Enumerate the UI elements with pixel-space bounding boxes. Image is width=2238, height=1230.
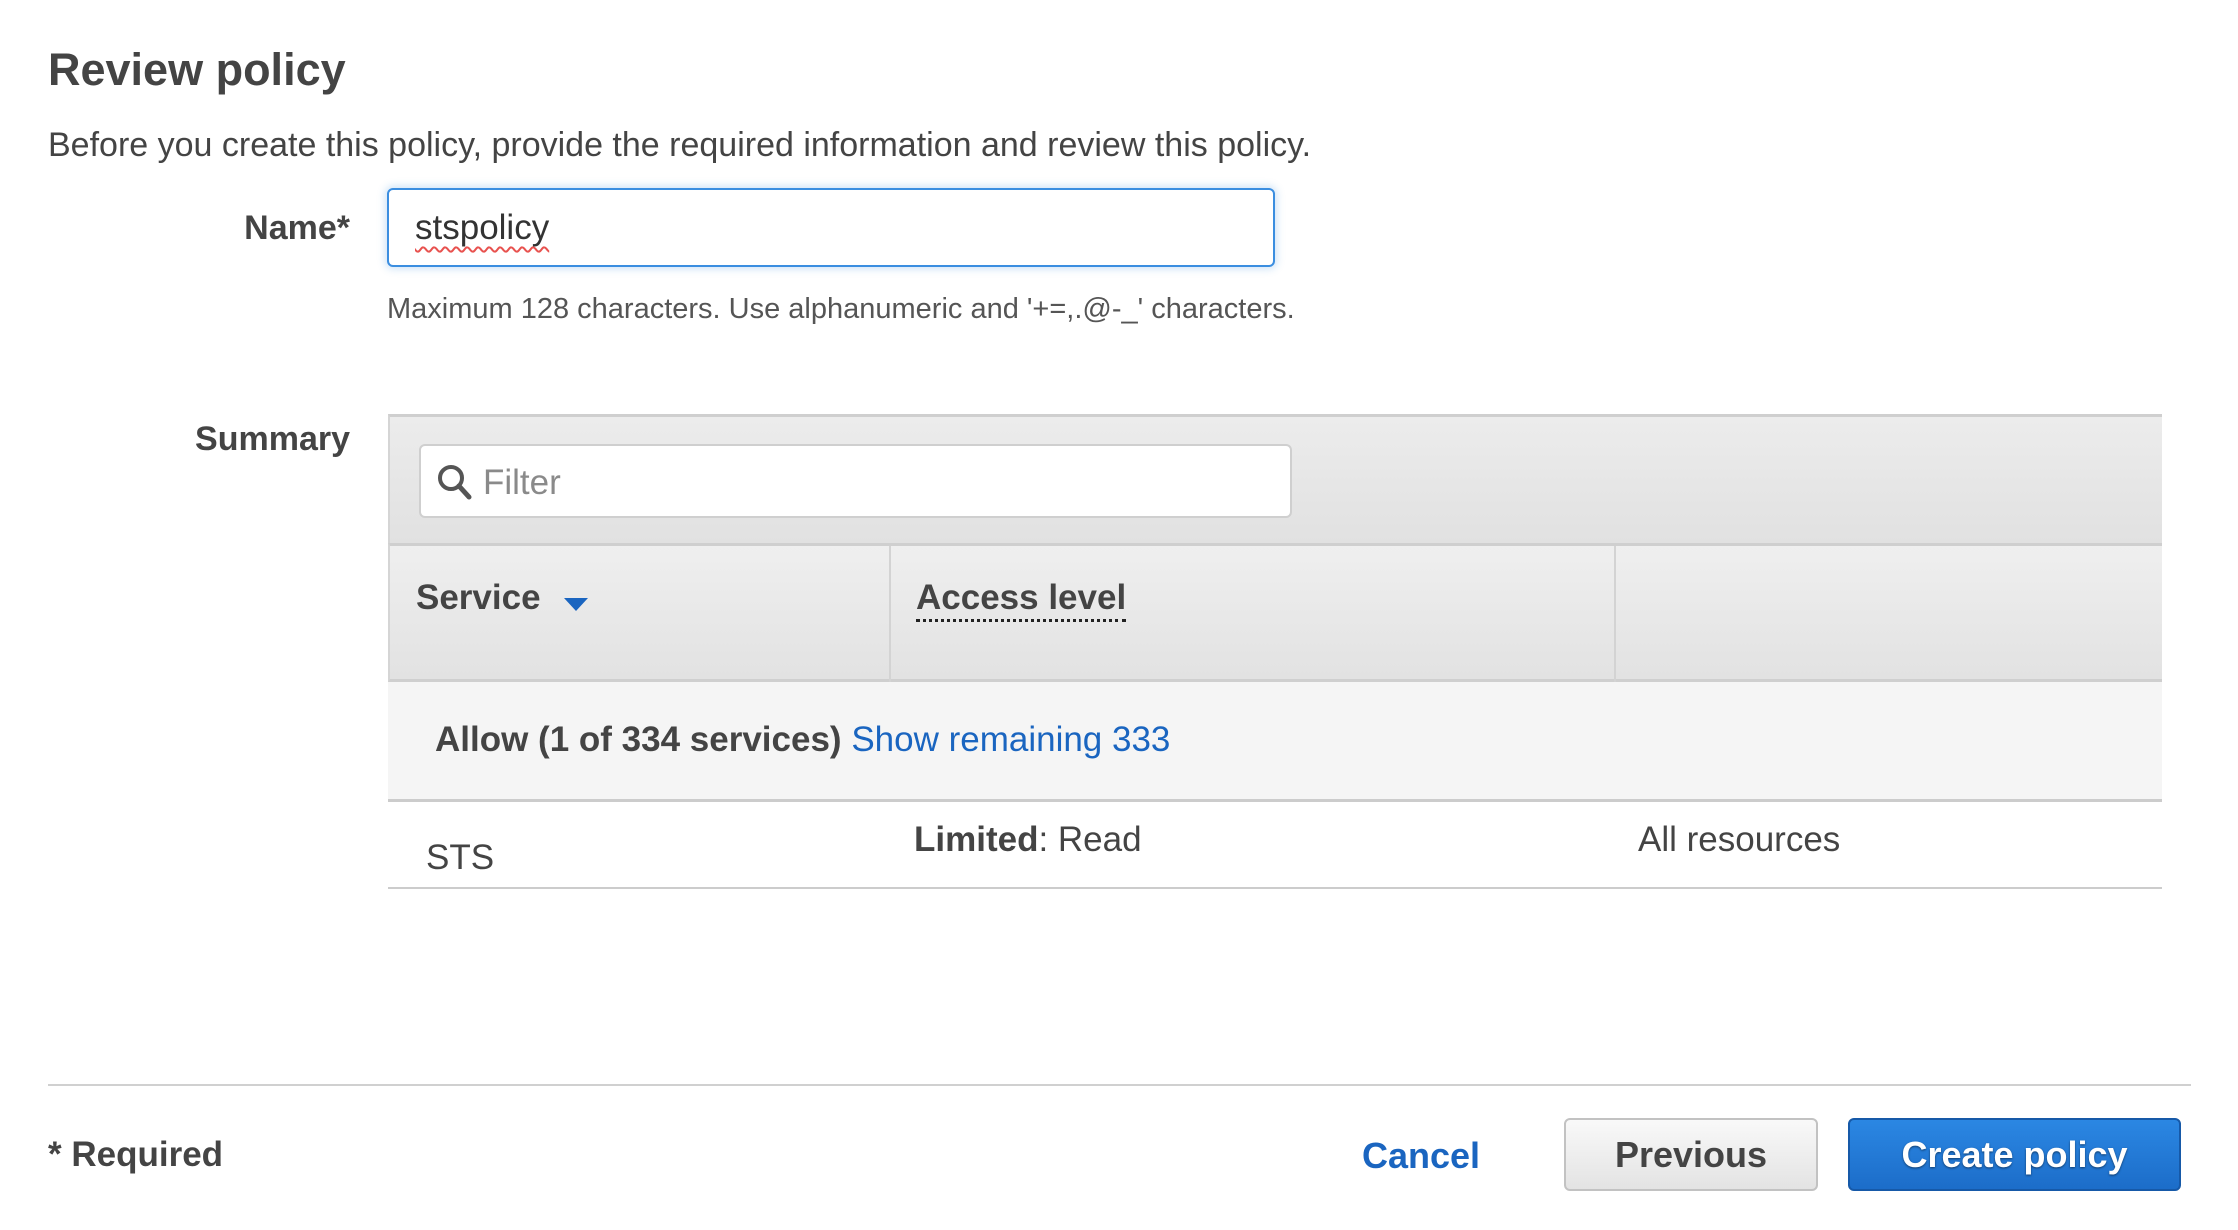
name-hint: Maximum 128 characters. Use alphanumeric… — [387, 293, 1295, 325]
allow-group-label: Allow (1 of 334 services) Show remaining… — [435, 720, 1170, 760]
summary-label: Summary — [195, 420, 350, 458]
access-level-rest: : Read — [1038, 820, 1142, 859]
cancel-button[interactable]: Cancel — [1362, 1135, 1480, 1177]
column-access-level-label: Access level — [916, 578, 1127, 622]
previous-button[interactable]: Previous — [1564, 1118, 1818, 1191]
policy-name-input[interactable]: stspolicy — [387, 188, 1275, 267]
filter-placeholder: Filter — [483, 463, 561, 502]
filter-bar: Filter — [388, 414, 2162, 543]
page-description: Before you create this policy, provide t… — [48, 126, 1312, 164]
allow-group-row: Allow (1 of 334 services) Show remaining… — [388, 682, 2162, 802]
table-row: STS Limited: Read All resources — [388, 802, 2162, 889]
access-level-bold: Limited — [914, 820, 1039, 859]
show-remaining-link[interactable]: Show remaining 333 — [851, 720, 1170, 759]
allow-count-text: Allow (1 of 334 services) — [435, 720, 842, 759]
required-note: * Required — [48, 1135, 224, 1174]
access-level-cell: Limited: Read — [914, 820, 1142, 860]
summary-table: Filter Service Access level Allow (1 of … — [388, 414, 2162, 889]
column-service-label: Service — [416, 578, 541, 617]
footer-divider — [48, 1084, 2191, 1086]
page-title: Review policy — [48, 44, 346, 95]
sort-descending-icon[interactable] — [564, 598, 588, 611]
table-header: Service Access level — [388, 543, 2162, 682]
column-header-access-level[interactable]: Access level — [916, 578, 1127, 622]
search-icon — [438, 465, 472, 500]
service-link-sts[interactable]: STS — [426, 838, 494, 878]
resource-cell: All resources — [1638, 820, 1841, 859]
policy-name-value: stspolicy — [415, 208, 550, 247]
filter-input[interactable]: Filter — [419, 444, 1292, 518]
name-label: Name* — [244, 209, 350, 247]
create-policy-button[interactable]: Create policy — [1848, 1118, 2181, 1191]
column-divider — [889, 546, 891, 682]
column-divider — [1614, 546, 1616, 682]
column-header-service[interactable]: Service — [416, 578, 541, 618]
